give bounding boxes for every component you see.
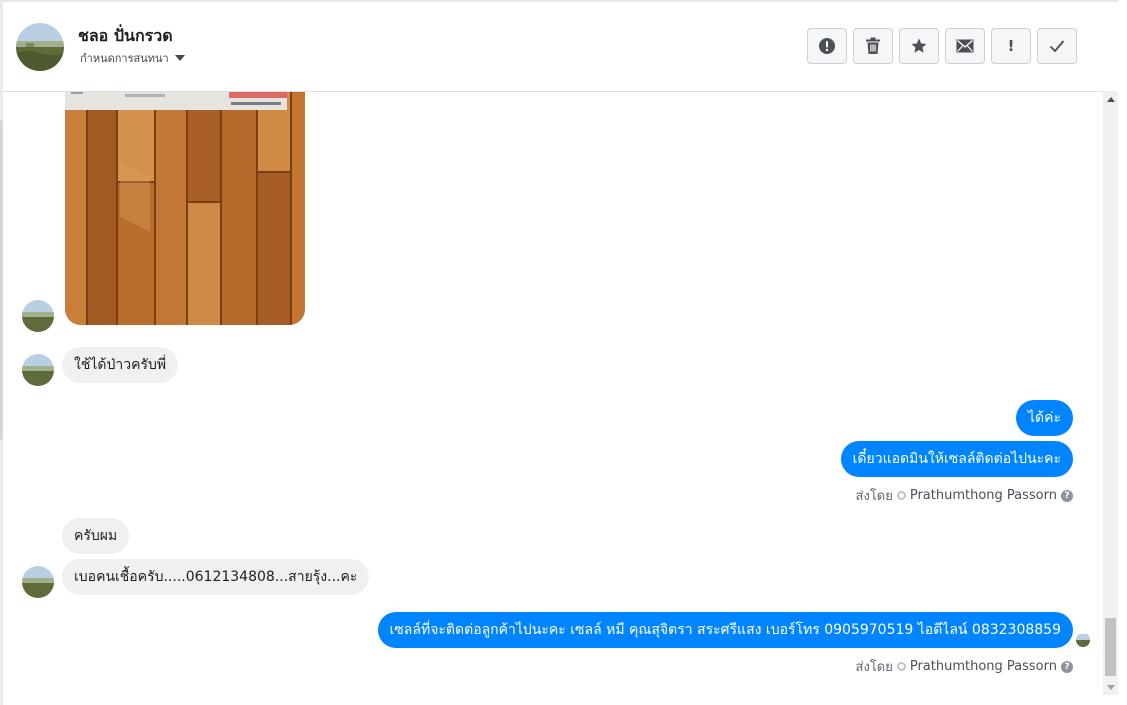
- sent-by-label: ส่งโดย: [855, 660, 893, 675]
- sent-by-info: ส่งโดย Prathumthong Passorn ?: [856, 485, 1073, 506]
- incoming-message: ครับผม: [62, 518, 130, 554]
- scroll-down-arrow-icon[interactable]: [1107, 685, 1115, 690]
- header-actions: !: [807, 28, 1077, 64]
- help-icon[interactable]: ?: [1061, 660, 1073, 673]
- scroll-up-arrow-icon[interactable]: [1107, 97, 1115, 102]
- envelope-icon: [956, 39, 974, 53]
- contact-avatar-small[interactable]: [22, 300, 54, 332]
- sent-by-info: ส่งโดย Prathumthong Passorn ?: [856, 656, 1073, 677]
- incoming-message: เบอคนเชื้อครับ.....0612134808...สายรุ้ง.…: [62, 559, 370, 595]
- message-thread: ใช้ได้ป่าวครับพี่ ได้ค่ะ เดี๋ยวแอดมินให้…: [3, 92, 1103, 705]
- done-button[interactable]: [1037, 28, 1077, 64]
- message-scrollbar[interactable]: [1103, 91, 1118, 695]
- photo-attachment[interactable]: [65, 92, 305, 325]
- page-badge-icon: [896, 491, 906, 500]
- exclamation-icon: !: [1007, 37, 1015, 55]
- outgoing-message: ได้ค่ะ: [1015, 400, 1073, 436]
- star-icon: [911, 38, 927, 53]
- assign-conversation-label: กำหนดการสนทนา: [80, 52, 169, 65]
- help-icon[interactable]: ?: [1061, 489, 1073, 502]
- checkmark-icon: [1049, 40, 1065, 53]
- seen-avatar: [1076, 633, 1090, 647]
- incoming-message: ใช้ได้ป่าวครับพี่: [62, 347, 179, 383]
- alert-circle-icon: [819, 38, 835, 54]
- mark-unread-button[interactable]: [945, 28, 985, 64]
- outgoing-message: เดี๋ยวแอดมินให้เซลล์ติดต่อไปนะคะ: [840, 441, 1073, 477]
- sender-name: Prathumthong Passorn: [909, 488, 1057, 503]
- trash-icon: [866, 37, 880, 54]
- right-gutter: [1118, 0, 1127, 705]
- delete-button[interactable]: [853, 28, 893, 64]
- report-button[interactable]: [807, 28, 847, 64]
- assign-conversation-dropdown[interactable]: กำหนดการสนทนา: [80, 49, 185, 67]
- sent-by-label: ส่งโดย: [855, 489, 893, 504]
- contact-avatar-small[interactable]: [22, 354, 54, 386]
- conversation-header: ชลอ ปั่นกรวด กำหนดการสนทนา !: [3, 2, 1120, 92]
- sender-name: Prathumthong Passorn: [909, 659, 1057, 674]
- contact-avatar-small[interactable]: [22, 566, 54, 598]
- star-button[interactable]: [899, 28, 939, 64]
- outgoing-message: เซลล์ที่จะติดต่อลูกค้าไปนะคะ เซลล์ หมี ค…: [377, 612, 1073, 648]
- important-button[interactable]: !: [991, 28, 1031, 64]
- scrollbar-thumb[interactable]: [1105, 618, 1116, 676]
- contact-name: ชลอ ปั่นกรวด: [78, 26, 173, 45]
- page-badge-icon: [896, 662, 906, 671]
- caret-down-icon: [174, 55, 185, 61]
- contact-avatar[interactable]: [16, 23, 64, 71]
